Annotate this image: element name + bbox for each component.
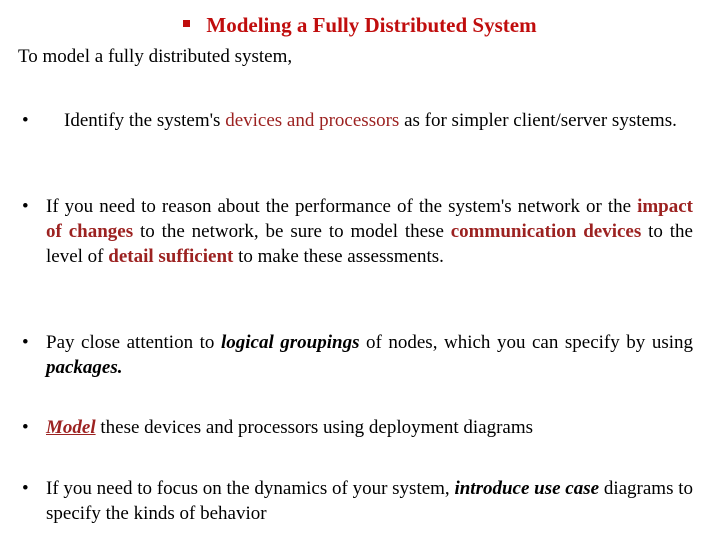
emphasis-introduce-use-case: introduce use case — [454, 478, 600, 499]
list-item: • Model these devices and processors usi… — [18, 415, 693, 440]
bullet-marker-icon: • — [22, 196, 29, 217]
lead-in-text: To model a fully distributed system, — [18, 46, 293, 67]
list-item: • If you need to reason about the perfor… — [18, 194, 693, 269]
text-segment: of nodes, which you can specify by using — [359, 332, 693, 353]
text-segment: If you need to reason about the performa… — [46, 196, 638, 217]
text-segment: these devices and processors using deplo… — [95, 417, 534, 438]
emphasis-logical-groupings: logical groupings — [220, 332, 360, 353]
text-segment: If you need to focus on the dynamics of … — [46, 478, 455, 499]
bullet-model-deployment-body: Model these devices and processors using… — [46, 415, 693, 440]
bullet-marker-icon: • — [22, 332, 29, 353]
slide-title-text: Modeling a Fully Distributed System — [206, 13, 537, 37]
highlight-communication-devices: communication devices — [450, 221, 642, 242]
list-item: • Identify the system's devices and proc… — [18, 108, 693, 133]
highlight-devices-and-processors: devices and processors — [225, 110, 400, 131]
highlight-model: Model — [46, 417, 96, 438]
emphasis-packages: packages. — [46, 357, 123, 378]
text-segment: Pay close attention to — [46, 332, 221, 353]
bullet-identify-devices-body: Identify the system's devices and proces… — [46, 108, 693, 133]
bullet-performance-network-body: If you need to reason about the performa… — [46, 194, 693, 269]
text-segment: as for simpler client/server systems. — [399, 110, 677, 131]
text-segment: Identify the system's — [64, 110, 226, 131]
text-segment: to make these assessments. — [233, 246, 444, 267]
text-segment: to the network, be sure to model these — [133, 221, 451, 242]
list-item: • If you need to focus on the dynamics o… — [18, 476, 693, 526]
slide-title: Modeling a Fully Distributed System — [0, 13, 720, 38]
square-bullet-icon — [183, 20, 191, 27]
bullet-marker-icon: • — [22, 110, 29, 131]
slide-canvas: Modeling a Fully Distributed System To m… — [0, 0, 720, 540]
list-item: • Pay close attention to logical groupin… — [18, 330, 693, 380]
bullet-logical-groupings-body: Pay close attention to logical groupings… — [46, 330, 693, 380]
bullet-dynamics-use-case-body: If you need to focus on the dynamics of … — [46, 476, 693, 526]
bullet-marker-icon: • — [22, 478, 29, 499]
highlight-detail-sufficient: detail sufficient — [108, 246, 234, 267]
bullet-marker-icon: • — [22, 417, 29, 438]
